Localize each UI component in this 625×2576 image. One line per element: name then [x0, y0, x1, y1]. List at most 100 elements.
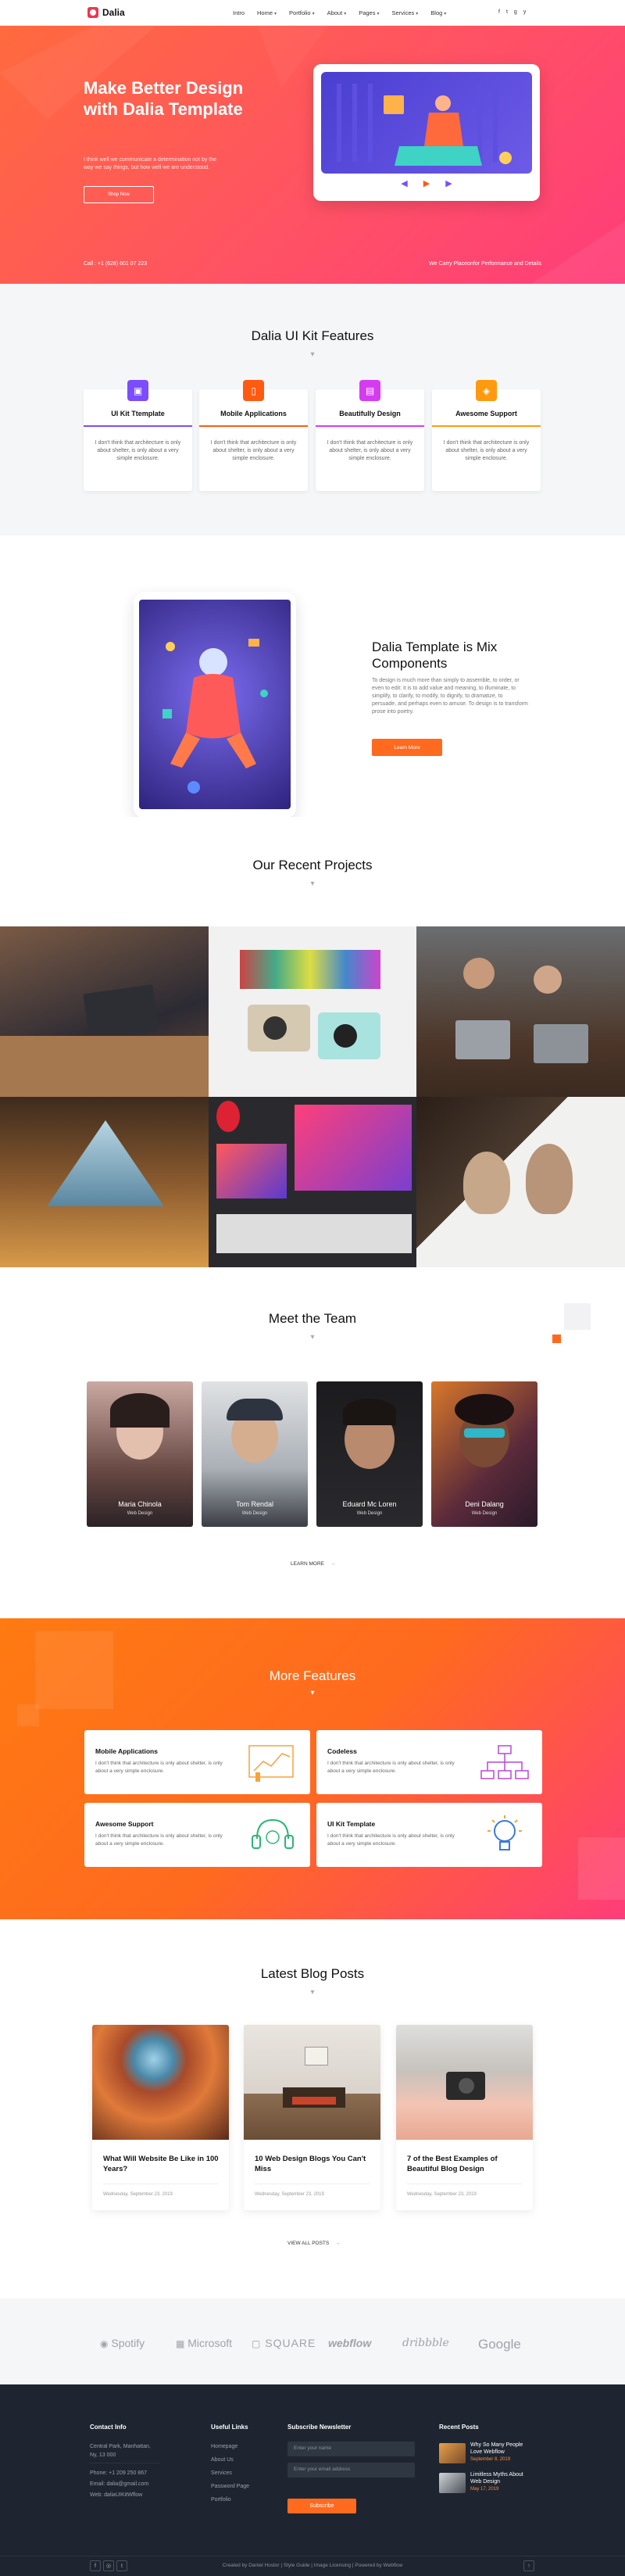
feature-card-title: Awesome Support — [455, 410, 517, 417]
projects-title: Our Recent Projects — [252, 858, 373, 872]
nav-item-home[interactable]: Home ▾ — [257, 9, 277, 16]
newsletter-title: Subscribe Newsletter — [288, 2424, 352, 2431]
project-tile-meeting[interactable] — [0, 926, 209, 1097]
more-feature-card: Codeless I don't think that architecture… — [316, 1730, 542, 1794]
feature-card: ▤ Beautifully Design I don't think that … — [316, 380, 424, 491]
divider-icon: ▾ — [310, 880, 315, 888]
recent-post-date: May 17, 2019 — [470, 2487, 499, 2492]
team-member-card[interactable]: Deni Dalang Web Design — [431, 1381, 538, 1527]
newsletter-email-input[interactable]: Enter your email address — [288, 2463, 415, 2477]
project-tile-shells[interactable] — [416, 1097, 625, 1267]
brand-logo-microsoft: ▦ Microsoft — [176, 2337, 232, 2349]
nav-label: About — [327, 9, 343, 16]
project-tile-workspace[interactable] — [209, 1097, 416, 1267]
hero-illustration — [321, 72, 532, 174]
nav-label: Portfolio — [289, 9, 311, 16]
nav-item-about[interactable]: About ▾ — [327, 9, 347, 16]
footer-link-password[interactable]: Password Page — [211, 2484, 249, 2489]
feature-card-text: I don't think that architecture is only … — [327, 440, 413, 461]
view-all-posts-link[interactable]: VIEW ALL POSTS → — [288, 2241, 341, 2246]
lightbulb-icon — [488, 1815, 522, 1850]
previous-icon[interactable]: ◀ — [401, 178, 407, 188]
hero-text: I think well we communicate a determinat… — [84, 157, 217, 170]
scroll-top-icon[interactable]: ↑ — [523, 2560, 534, 2571]
blog-post-image — [244, 2025, 380, 2140]
member-name: Eduard Mc Loren — [342, 1500, 397, 1508]
analytics-icon — [248, 1745, 294, 1782]
spotify-icon: ◉ — [100, 2338, 109, 2349]
footer-link-homepage[interactable]: Homepage — [211, 2444, 238, 2449]
blog-post-card[interactable]: What Will Website Be Like in 100 Years? … — [92, 2025, 229, 2210]
subscribe-button[interactable]: Subscribe — [288, 2499, 356, 2513]
newsletter-name-input[interactable]: Enter your name — [288, 2442, 415, 2456]
brands-section: ◉ Spotify ▦ Microsoft ▢ SQUARE webflow d… — [0, 2298, 625, 2384]
square-icon: ▢ — [252, 2338, 262, 2349]
feature-card: ▣ UI Kit Ttemplate I don't think that ar… — [84, 380, 192, 491]
nav-item-portfolio[interactable]: Portfolio ▾ — [289, 9, 315, 16]
recent-post-thumbnail[interactable] — [439, 2473, 466, 2493]
nav-item-services[interactable]: Services ▾ — [392, 9, 419, 16]
address-line: Ny, 13 000 — [90, 2452, 116, 2458]
recent-post-thumbnail[interactable] — [439, 2443, 466, 2463]
nav-item-intro[interactable]: Intro — [233, 9, 245, 16]
feature-card-text: I don't think that architecture is only … — [210, 440, 297, 461]
logo-text: Dalia — [102, 7, 125, 18]
email-text: Email: dalia@gmail.com — [90, 2481, 149, 2487]
divider-icon: ▾ — [310, 350, 315, 359]
blog-post-image — [396, 2025, 533, 2140]
footer-link-about[interactable]: About Us — [211, 2457, 234, 2463]
mix-text: To design is much more than simply to as… — [372, 678, 528, 715]
chevron-down-icon: ▾ — [274, 12, 277, 16]
hero-title: Make Better Design with Dalia Template — [84, 78, 244, 119]
chevron-down-icon: ▾ — [377, 12, 380, 16]
person-with-drone-illustration — [337, 84, 512, 166]
feature-card: ◈ Awesome Support I don't think that arc… — [432, 380, 541, 491]
astronaut-illustration — [139, 600, 291, 809]
main-menu: Intro Home ▾ Portfolio ▾ About ▾ Pages ▾ Ser… — [233, 9, 446, 16]
google-icon[interactable]: g — [514, 9, 517, 15]
recent-post-title[interactable]: Limitless Myths About Web Design — [470, 2471, 533, 2485]
play-icon[interactable]: ▶ — [423, 178, 430, 188]
astronaut-art — [162, 639, 268, 794]
twitter-icon[interactable]: t — [506, 9, 508, 15]
shop-now-button[interactable]: Shop Now — [84, 186, 154, 203]
brand-logo-webflow: webflow — [328, 2337, 372, 2349]
learn-more-label: LEARN MORE — [291, 1561, 324, 1567]
design-icon: ▤ — [359, 380, 380, 401]
hero-call-text: Call : +1 (628) 601 07 223 — [84, 261, 148, 267]
youtube-icon[interactable]: y — [523, 9, 527, 15]
features-title: Dalia UI Kit Features — [251, 328, 374, 343]
nav-item-pages[interactable]: Pages ▾ — [359, 9, 379, 16]
team-learn-more-link[interactable]: LEARN MORE → — [291, 1561, 335, 1567]
member-name: Deni Dalang — [465, 1500, 504, 1508]
recent-post-title[interactable]: Why So Many People Love Webflow — [470, 2442, 533, 2456]
facebook-icon[interactable]: f — [498, 9, 500, 15]
nav-item-blog[interactable]: Blog ▾ — [430, 9, 446, 16]
learn-more-button[interactable]: Learn More — [372, 739, 442, 756]
footer-link-services[interactable]: Services — [211, 2470, 232, 2476]
team-member-card[interactable]: Maria Chinola Web Design — [87, 1381, 193, 1527]
brand-logo-spotify: ◉ Spotify — [100, 2337, 145, 2349]
feature-card-title: UI Kit Ttemplate — [111, 410, 165, 417]
team-member-card[interactable]: Tom Rendal Web Design — [202, 1381, 308, 1527]
nav-label: Pages — [359, 9, 376, 16]
blog-post-card[interactable]: 10 Web Design Blogs You Can't Miss Wedne… — [244, 2025, 380, 2210]
next-icon[interactable]: ▶ — [445, 178, 452, 188]
hero-perf-text: We Carry Placeonfor Performance and Deta… — [429, 261, 541, 267]
feature-card-title: Mobile Applications — [220, 410, 287, 417]
project-tile-tent[interactable] — [0, 1097, 209, 1267]
chevron-down-icon: ▾ — [344, 12, 347, 16]
team-member-card[interactable]: Eduard Mc Loren Web Design — [316, 1381, 423, 1527]
divider-icon: ▾ — [310, 1689, 315, 1697]
blog-post-card[interactable]: 7 of the Best Examples of Beautiful Blog… — [396, 2025, 533, 2210]
project-tile-cameras[interactable] — [209, 926, 416, 1097]
divider-icon: ▾ — [310, 1988, 315, 1997]
blog-title: Latest Blog Posts — [260, 1966, 365, 1981]
feature-card: ▯ Mobile Applications I don't think that… — [199, 380, 308, 491]
logo[interactable]: Dalia — [88, 7, 125, 18]
footer-link-portfolio[interactable]: Portfolio — [211, 2497, 231, 2503]
hero-device: ◀ ▶ ▶ — [313, 64, 540, 201]
features-section: Dalia UI Kit Features ▾ ▣ UI Kit Ttempla… — [0, 284, 625, 536]
project-tile-laptops[interactable] — [416, 926, 625, 1097]
microsoft-icon: ▦ — [176, 2338, 185, 2349]
